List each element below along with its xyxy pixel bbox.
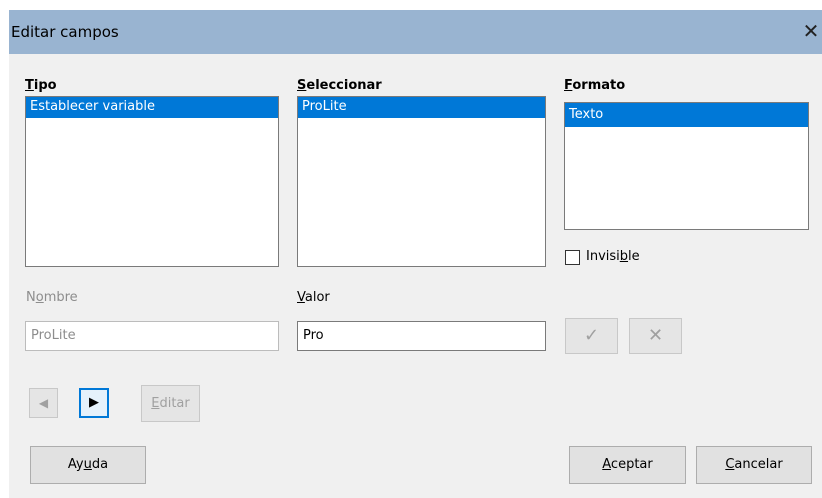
formato-item-texto[interactable]: Texto bbox=[565, 103, 808, 127]
tipo-label: Tipo bbox=[25, 78, 57, 93]
next-button[interactable]: ▶ bbox=[79, 388, 109, 418]
apply-button[interactable]: ✓ bbox=[565, 318, 618, 354]
nombre-field[interactable]: ProLite bbox=[25, 321, 279, 351]
dialog-title: Editar campos bbox=[11, 23, 119, 41]
delete-button[interactable]: ✕ bbox=[629, 318, 682, 354]
seleccionar-listbox[interactable]: ProLite bbox=[297, 96, 546, 267]
cancelar-button[interactable]: Cancelar bbox=[696, 446, 812, 484]
x-icon: ✕ bbox=[647, 325, 664, 346]
edit-fields-dialog: Editar campos ✕ Tipo Establecer variable… bbox=[0, 0, 822, 498]
tipo-item-establecer-variable[interactable]: Establecer variable bbox=[26, 97, 278, 118]
close-icon[interactable]: ✕ bbox=[799, 19, 822, 43]
previous-button[interactable]: ◀ bbox=[29, 388, 58, 418]
ayuda-button[interactable]: Ayuda bbox=[30, 446, 146, 484]
triangle-left-icon: ◀ bbox=[38, 396, 49, 410]
aceptar-button[interactable]: Aceptar bbox=[569, 446, 686, 484]
seleccionar-item-prolite[interactable]: ProLite bbox=[298, 97, 545, 118]
invisible-label[interactable]: Invisible bbox=[586, 249, 640, 264]
valor-field[interactable]: Pro bbox=[297, 321, 546, 351]
title-bar: Editar campos ✕ bbox=[9, 10, 822, 54]
formato-listbox[interactable]: Texto bbox=[564, 102, 809, 230]
checkmark-icon: ✓ bbox=[583, 325, 600, 346]
seleccionar-label: Seleccionar bbox=[297, 78, 382, 93]
editar-button[interactable]: Editar bbox=[141, 385, 200, 422]
invisible-checkbox[interactable] bbox=[565, 250, 580, 265]
tipo-listbox[interactable]: Establecer variable bbox=[25, 96, 279, 267]
nombre-label: Nombre bbox=[26, 290, 78, 305]
formato-label: Formato bbox=[564, 78, 626, 93]
triangle-right-icon: ▶ bbox=[89, 395, 99, 410]
valor-label: Valor bbox=[297, 290, 330, 305]
dialog-body: Tipo Establecer variable Seleccionar Pro… bbox=[9, 54, 822, 498]
